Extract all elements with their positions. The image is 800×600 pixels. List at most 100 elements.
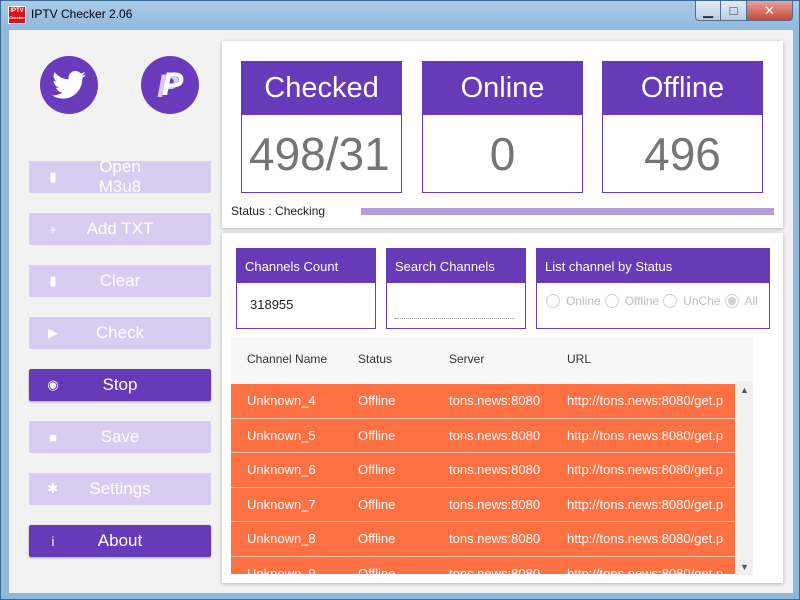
filter-label: Offline — [624, 294, 660, 308]
table-row[interactable]: Unknown_9 Offline tons.news:8080 http://ton… — [231, 556, 735, 574]
channels-count-title: Channels Count — [237, 249, 375, 283]
client-area: P P ▮ Open M3u8 + Add TXT ▮ Clear ▶ Check ◉ Stop ■… — [9, 30, 793, 593]
file-icon: ▮ — [49, 169, 57, 184]
table-row[interactable]: Unknown_6 Offline tons.news:8080 http://ton… — [231, 453, 735, 488]
minimize-icon: ▁ — [703, 2, 713, 18]
clear-button[interactable]: ▮ Clear — [29, 265, 211, 297]
url-cell: http://tons.news:8080/get.p — [567, 496, 724, 512]
table-row[interactable]: Unknown_7 Offline tons.news:8080 http://ton… — [231, 487, 735, 522]
online-title: Online — [423, 62, 582, 115]
progress-bar — [361, 208, 774, 215]
maximize-icon: □ — [729, 3, 738, 18]
radio-circle-icon — [663, 294, 678, 308]
minimize-button[interactable]: ▁ — [695, 1, 721, 21]
stats-card: Checked 498/31 Online 0 Offline 496 Stat… — [222, 41, 783, 228]
add-txt-button[interactable]: + Add TXT — [29, 213, 211, 245]
check-button[interactable]: ▶ Check — [29, 317, 211, 349]
close-button[interactable]: ✕ — [747, 1, 793, 21]
checked-title: Checked — [242, 62, 401, 115]
filter-all-radio[interactable]: All — [724, 294, 758, 308]
scroll-up-icon[interactable]: ▲ — [736, 381, 753, 398]
status-filter-title: List channel by Status — [537, 249, 769, 283]
channel-name-cell: Unknown_7 — [247, 496, 316, 512]
status-filter-group: Online Offline UnChe All — [537, 283, 769, 308]
server-cell: tons.news:8080 — [449, 531, 541, 547]
url-cell: http://tons.news:8080/get.p — [567, 427, 724, 443]
open-m3u8-button[interactable]: ▮ Open M3u8 — [29, 157, 211, 196]
radio-circle-icon — [546, 294, 560, 308]
online-panel: Online 0 — [422, 61, 583, 193]
channels-count-panel: Channels Count 318955 — [236, 248, 376, 329]
filter-offline-radio[interactable]: Offline — [604, 294, 660, 308]
info-icon: i — [51, 533, 55, 549]
offline-title: Offline — [603, 62, 762, 115]
table-row[interactable]: Unknown_4 Offline tons.news:8080 http://ton… — [231, 384, 735, 419]
status-cell: Offline — [358, 427, 396, 443]
app-window: IPTV Checker IPTV Checker 2.06 ▁ □ ✕ P P… — [0, 0, 800, 600]
url-cell: http://tons.news:8080/get.p — [567, 462, 724, 478]
paypal-button[interactable]: P P — [141, 56, 199, 114]
plus-icon: + — [49, 221, 57, 237]
progress-fill — [361, 208, 774, 215]
save-icon: ■ — [49, 429, 57, 445]
url-cell: http://tons.news:8080/get.p — [567, 531, 724, 547]
server-cell: tons.news:8080 — [449, 462, 541, 478]
save-label: Save — [100, 427, 140, 446]
filter-unche-radio[interactable]: UnChe — [663, 294, 721, 308]
radio-circle-icon — [724, 294, 739, 308]
channel-name-cell: Unknown_6 — [247, 462, 316, 478]
table-body: Unknown_4 Offline tons.news:8080 http://ton… — [231, 384, 735, 574]
trash-icon: ▮ — [49, 273, 57, 288]
status-cell: Offline — [358, 565, 396, 574]
checked-panel: Checked 498/31 — [241, 61, 402, 193]
server-cell: tons.news:8080 — [449, 427, 541, 443]
table-row[interactable]: Unknown_8 Offline tons.news:8080 http://ton… — [231, 522, 735, 557]
table-header: Channel Name Status Server URL — [231, 338, 753, 380]
channel-name-cell: Unknown_5 — [247, 427, 316, 443]
save-button[interactable]: ■ Save — [29, 421, 211, 453]
column-header-channel-name[interactable]: Channel Name — [231, 352, 358, 366]
channel-name-cell: Unknown_9 — [247, 565, 316, 574]
status-cell: Offline — [358, 496, 396, 512]
clear-label: Clear — [99, 271, 141, 290]
paypal-icon: P P — [157, 68, 184, 102]
search-channels-panel: Search Channels — [386, 248, 526, 329]
status-text: Status : Checking — [231, 204, 326, 218]
status-cell: Offline — [358, 531, 396, 547]
filter-label: Online — [566, 294, 601, 308]
url-cell: http://tons.news:8080/get.p — [567, 565, 724, 574]
url-cell: http://tons.news:8080/get.p — [567, 393, 724, 409]
server-cell: tons.news:8080 — [449, 496, 541, 512]
settings-label: Settings — [89, 479, 151, 498]
twitter-icon — [52, 71, 86, 99]
search-channels-title: Search Channels — [387, 249, 525, 283]
stop-button[interactable]: ◉ Stop — [29, 369, 211, 401]
play-icon: ▶ — [48, 325, 58, 340]
filter-label: UnChe — [683, 294, 721, 308]
scroll-down-icon[interactable]: ▼ — [736, 558, 753, 575]
column-header-status[interactable]: Status — [358, 352, 449, 366]
close-icon: ✕ — [764, 2, 775, 18]
search-input[interactable] — [395, 318, 515, 319]
open-m3u8-label: Open M3u8 — [98, 157, 142, 196]
filter-label: All — [744, 294, 758, 308]
column-header-url[interactable]: URL — [567, 352, 753, 366]
title-bar[interactable]: IPTV Checker IPTV Checker 2.06 ▁ □ ✕ — [1, 1, 799, 29]
twitter-button[interactable] — [40, 56, 98, 114]
table-row[interactable]: Unknown_5 Offline tons.news:8080 http://ton… — [231, 418, 735, 453]
channel-name-cell: Unknown_4 — [247, 393, 316, 409]
status-cell: Offline — [358, 393, 396, 409]
about-button[interactable]: i About — [29, 525, 211, 557]
offline-value: 496 — [644, 127, 721, 180]
status-filter-panel: List channel by Status Online Offline UnCh… — [536, 248, 770, 329]
radio-circle-icon — [604, 294, 619, 308]
table-scrollbar[interactable]: ▲ ▼ — [736, 381, 753, 575]
stop-icon: ◉ — [47, 377, 59, 392]
status-cell: Offline — [358, 462, 396, 478]
filter-online-radio[interactable]: Online — [546, 294, 601, 308]
column-header-server[interactable]: Server — [449, 352, 567, 366]
settings-button[interactable]: ✱ Settings — [29, 473, 211, 505]
about-label: About — [97, 531, 143, 550]
maximize-button[interactable]: □ — [721, 1, 747, 21]
server-cell: tons.news:8080 — [449, 565, 541, 574]
